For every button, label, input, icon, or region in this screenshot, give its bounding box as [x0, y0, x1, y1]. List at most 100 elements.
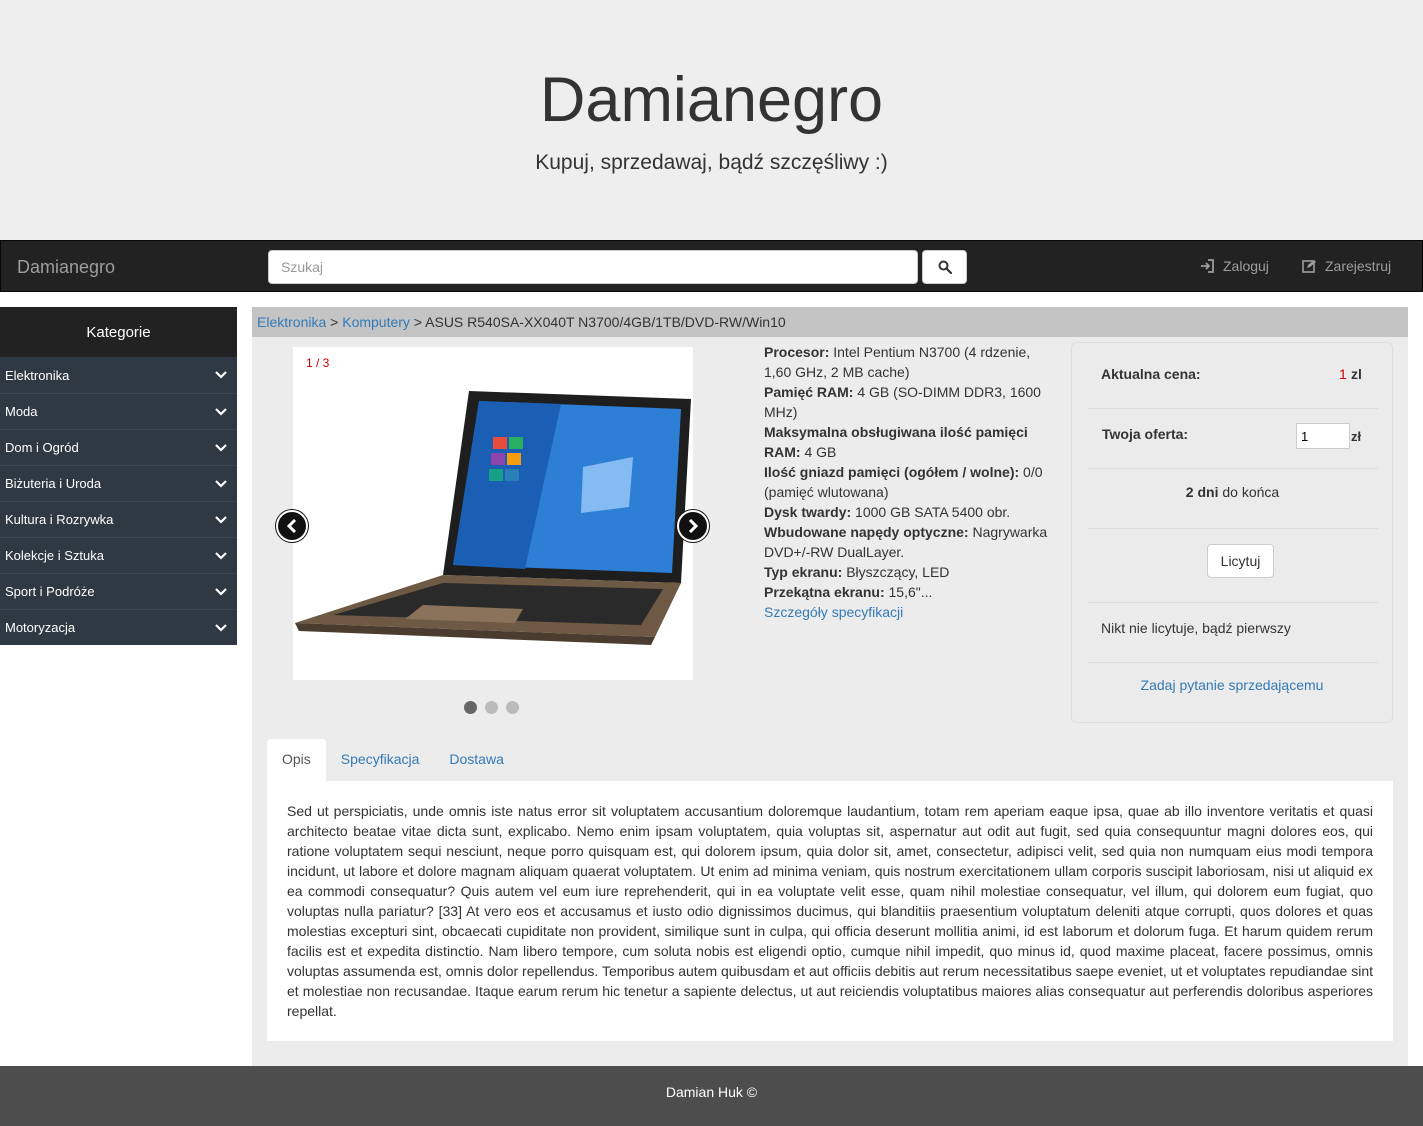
spec-item: Pamięć RAM: 4 GB (SO-DIMM DDR3, 1600 MHz… [764, 382, 1059, 422]
breadcrumb-separator: > [413, 314, 423, 330]
laptop-image [295, 391, 691, 645]
spec-label: Pamięć RAM: [764, 384, 854, 400]
register-label: Zarejestruj [1325, 258, 1392, 274]
log-in-icon [1201, 259, 1214, 273]
sidebar-item-label: Kultura i Rozrywka [5, 512, 114, 527]
spec-item: Wbudowane napędy optyczne: Nagrywarka DV… [764, 522, 1059, 562]
breadcrumb-electronics[interactable]: Elektronika [257, 314, 326, 330]
time-left-row: 2 dni do końca [1087, 469, 1378, 529]
carousel-dot[interactable] [506, 701, 519, 714]
spec-label: Wbudowane napędy optyczne: [764, 524, 969, 540]
breadcrumb-computers[interactable]: Komputery [342, 314, 410, 330]
chevron-down-icon [215, 479, 227, 488]
chevron-down-icon [215, 587, 227, 596]
ask-seller-link[interactable]: Zadaj pytanie sprzedającemu [1141, 677, 1324, 693]
chevron-down-icon [215, 371, 227, 379]
description-text: Sed ut perspiciatis, unde omnis iste nat… [287, 803, 1373, 1019]
bid-status-row: Nikt nie licytuje, bądź pierwszy [1087, 603, 1378, 663]
spec-value: Błyszczący, LED [846, 564, 950, 580]
sidebar-item-label: Kolekcje i Sztuka [5, 548, 104, 563]
spec-value: 15,6"... [888, 584, 933, 600]
hero-banner: Damianegro Kupuj, sprzedawaj, bądź szczę… [0, 0, 1423, 240]
carousel-indicators [464, 701, 519, 714]
category-sidebar: Kategorie Elektronika Moda Dom i Ogród Biżu… [0, 307, 237, 645]
spec-item: Typ ekranu: Błyszczący, LED [764, 562, 1059, 582]
sidebar-item[interactable]: Biżuteria i Uroda [0, 465, 237, 501]
sidebar-item-label: Biżuteria i Uroda [5, 476, 102, 491]
bid-status: Nikt nie licytuje, bądź pierwszy [1101, 620, 1291, 636]
ask-seller-row: Zadaj pytanie sprzedającemu [1072, 677, 1392, 693]
chevron-down-icon [215, 623, 227, 632]
tab-description[interactable]: Opis [267, 739, 326, 781]
sidebar-item[interactable]: Kolekcje i Sztuka [0, 537, 237, 573]
spec-item: Przekątna ekranu: 15,6"... [764, 582, 1059, 602]
chevron-right-icon [688, 519, 699, 533]
chevron-left-icon [286, 519, 297, 533]
search-input[interactable] [268, 250, 918, 284]
tab-specification[interactable]: Specyfikacja [326, 739, 435, 781]
description-panel: Sed ut perspiciatis, unde omnis iste nat… [267, 781, 1393, 1041]
sidebar-item[interactable]: Kultura i Rozrywka [0, 501, 237, 537]
sidebar-title: Kategorie [0, 307, 237, 357]
sidebar-item[interactable]: Dom i Ogród [0, 429, 237, 465]
hero-subtitle: Kupuj, sprzedawaj, bądź szczęśliwy :) [535, 151, 888, 174]
login-label: Zaloguj [1223, 258, 1269, 274]
spec-label: Ilość gniazd pamięci (ogółem / wolne): [764, 464, 1020, 480]
sidebar-item[interactable]: Motoryzacja [0, 609, 237, 645]
chevron-down-icon [215, 515, 227, 524]
carousel-next-button[interactable] [677, 510, 709, 542]
sidebar-item-label: Motoryzacja [5, 620, 76, 635]
product-image-carousel: 1 / 3 [293, 347, 693, 680]
carousel-prev-button[interactable] [276, 510, 308, 542]
carousel-dot[interactable] [485, 701, 498, 714]
spec-item: Procesor: Intel Pentium N3700 (4 rdzenie… [764, 342, 1059, 382]
product-tabs: Opis Specyfikacja Dostawa [267, 739, 519, 781]
spec-item: Dysk twardy: 1000 GB SATA 5400 obr. [764, 502, 1059, 522]
search-button[interactable] [922, 250, 967, 284]
navbar-brand[interactable]: Damianegro [17, 257, 115, 278]
specs-details-link[interactable]: Szczegóły specyfikacji [764, 604, 903, 620]
product-specs: Procesor: Intel Pentium N3700 (4 rdzenie… [764, 342, 1059, 622]
sidebar-item-label: Elektronika [5, 367, 70, 383]
sidebar-item-label: Moda [5, 404, 38, 419]
current-price-currency: zl [1351, 366, 1362, 382]
carousel-dot[interactable] [464, 701, 477, 714]
hero-title: Damianegro [539, 65, 884, 135]
breadcrumb-separator: > [330, 314, 339, 330]
tab-delivery[interactable]: Dostawa [434, 739, 518, 781]
sidebar-item[interactable]: Elektronika [0, 357, 237, 393]
register-link[interactable]: Zarejestruj [1302, 258, 1391, 274]
current-price-label: Aktualna cena: [1101, 366, 1201, 382]
current-price-value: 1 [1339, 366, 1347, 382]
spec-label: Dysk twardy: [764, 504, 852, 520]
offer-label: Twoja oferta: [1102, 426, 1189, 442]
breadcrumb-current: ASUS R540SA-XX040T N3700/4GB/1TB/DVD-RW/… [425, 314, 786, 330]
sidebar-item-label: Sport i Podróże [5, 584, 95, 599]
chevron-down-icon [215, 443, 227, 452]
days-left-suffix: do końca [1222, 484, 1280, 500]
spec-value: 1000 GB SATA 5400 obr. [855, 504, 1011, 520]
spec-item: Maksymalna obsługiwana ilość pamięci RAM… [764, 422, 1059, 462]
chevron-down-icon [215, 407, 227, 416]
days-left: 2 dni [1185, 484, 1219, 500]
offer-input[interactable] [1296, 423, 1350, 449]
bid-button[interactable]: Licytuj [1207, 544, 1274, 578]
spec-label: Przekątna ekranu: [764, 584, 885, 600]
breadcrumb: Elektronika > Komputery > ASUS R540SA-XX… [252, 307, 1408, 337]
sidebar-item[interactable]: Sport i Podróże [0, 573, 237, 609]
search-icon [938, 260, 952, 274]
bid-panel: Aktualna cena: 1 zl Twoja oferta: zł 2 d… [1071, 342, 1393, 723]
login-link[interactable]: Zaloguj [1200, 258, 1269, 274]
spec-value: 4 GB [804, 444, 837, 460]
spec-label: Typ ekranu: [764, 564, 843, 580]
top-navbar: Damianegro Zaloguj Zarejestruj [0, 240, 1423, 292]
footer: Damian Huk © [0, 1066, 1423, 1126]
current-price-row: Aktualna cena: 1 zl [1087, 343, 1378, 409]
offer-currency: zł [1351, 429, 1362, 444]
chevron-down-icon [215, 551, 227, 560]
sidebar-item[interactable]: Moda [0, 393, 237, 429]
edit-icon [1302, 260, 1316, 273]
spec-item: Ilość gniazd pamięci (ogółem / wolne): 0… [764, 462, 1059, 502]
spec-label: Procesor: [764, 344, 830, 360]
sidebar-item-label: Dom i Ogród [5, 440, 79, 455]
